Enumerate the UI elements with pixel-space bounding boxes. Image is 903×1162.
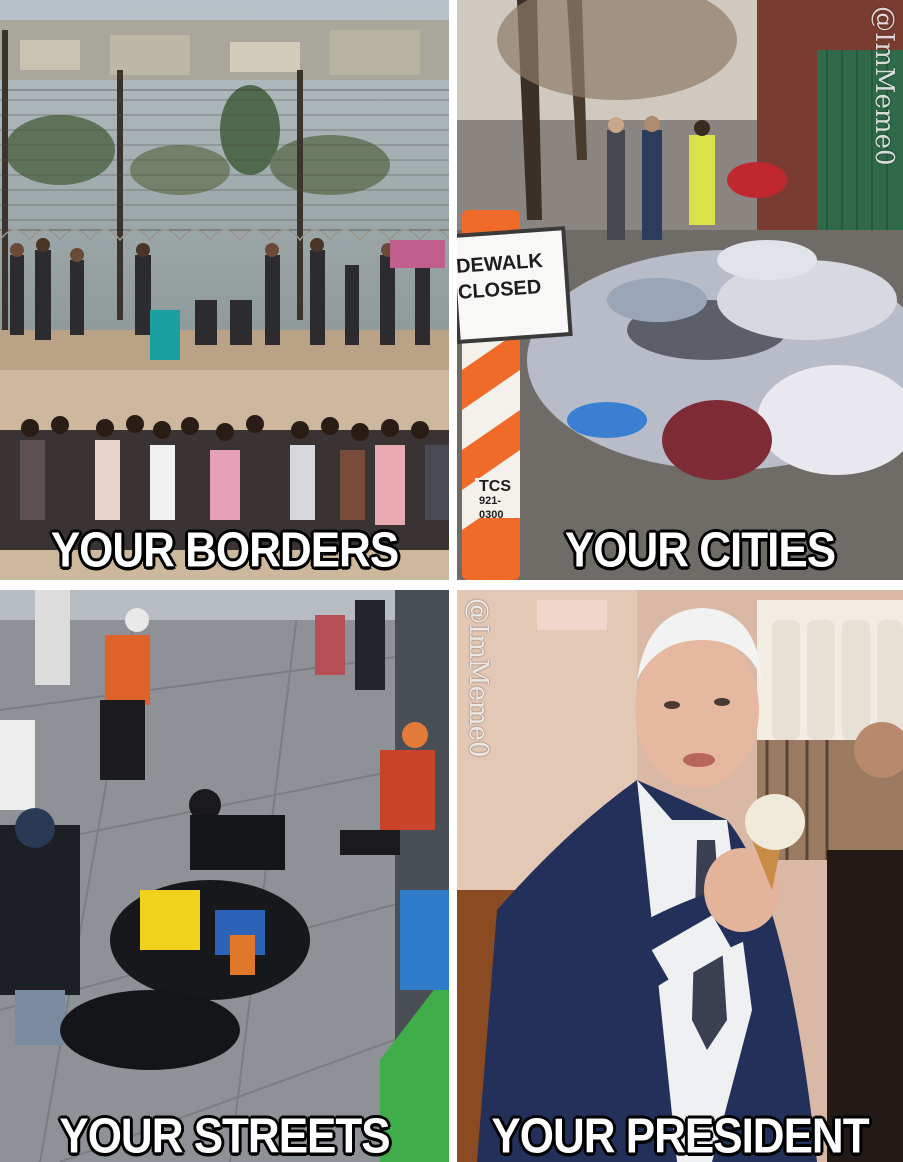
watermark-bottom: @ImMeme0 [463, 598, 493, 758]
barrel-phone: 921-0300 [479, 495, 504, 521]
caption-streets: YOUR STREETS [59, 1109, 390, 1162]
panel-president: @ImMeme0 YOUR PRESIDENT [457, 590, 903, 1162]
barrel-label: TCS 921-0300 [479, 478, 523, 522]
watermark-top: @ImMeme0 [869, 6, 899, 166]
street-scuffle-image [0, 590, 449, 1162]
barrel-brand: TCS [479, 478, 511, 495]
sidewalk-closed-sign: DEWALK CLOSED [457, 246, 571, 306]
meme-grid: YOUR BORDERS DEWALK CLOSED TCS 921-0300 … [0, 0, 903, 1162]
caption-president: YOUR PRESIDENT [491, 1109, 869, 1162]
border-fence-crowd-image [0, 0, 449, 580]
panel-cities: DEWALK CLOSED TCS 921-0300 @ImMeme0 YOUR… [457, 0, 903, 580]
man-with-ice-cream-image [457, 590, 903, 1162]
panel-streets: YOUR STREETS [0, 590, 449, 1162]
caption-borders: YOUR BORDERS [50, 523, 399, 578]
caption-cities: YOUR CITIES [564, 523, 836, 578]
panel-borders: YOUR BORDERS [0, 0, 449, 580]
